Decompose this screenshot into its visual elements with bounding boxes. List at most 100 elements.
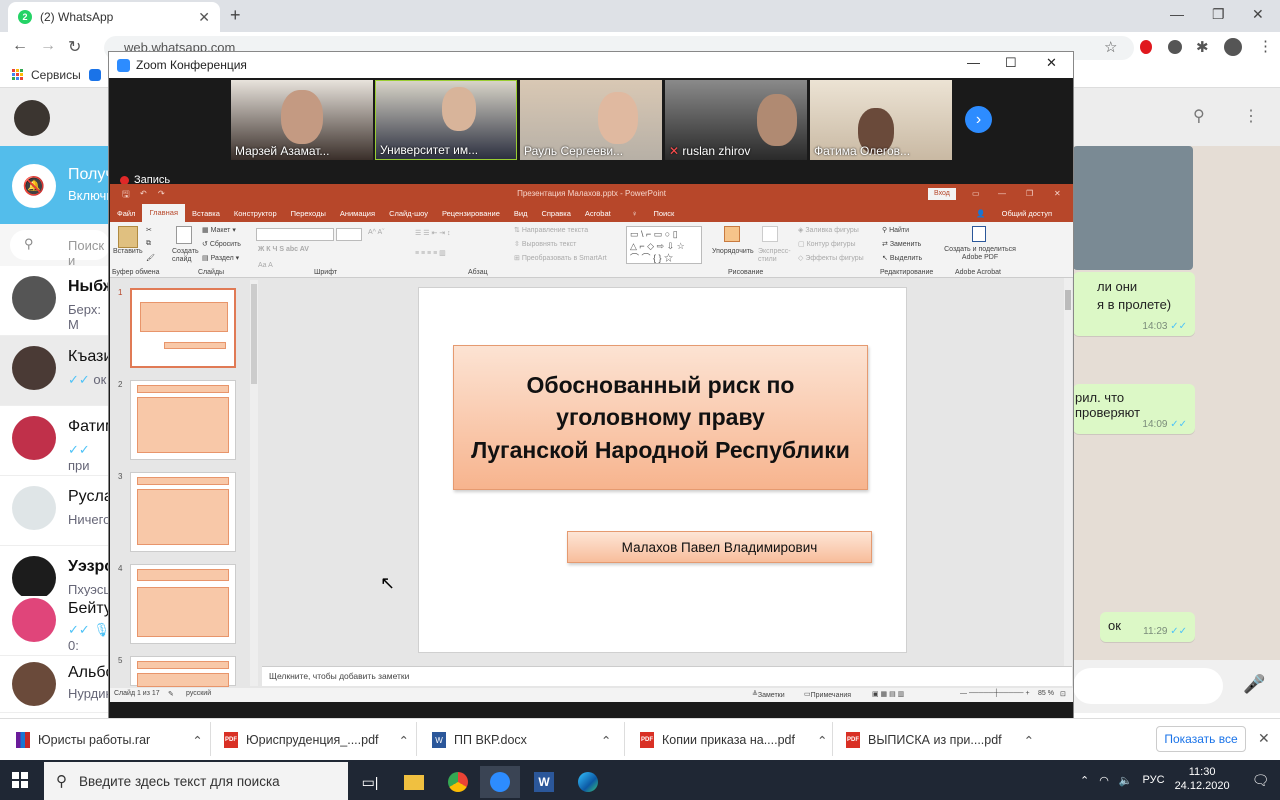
select-button[interactable]: ↖ Выделить	[882, 254, 922, 262]
participant-video-active[interactable]: Университет им...	[375, 80, 517, 160]
quick-styles-button[interactable]: Экспресс-стили	[758, 248, 791, 265]
smartart-button[interactable]: ⊞ Преобразовать в SmartArt	[514, 254, 607, 262]
minimize-icon[interactable]: —	[1170, 6, 1184, 22]
chevron-up-icon[interactable]: ⌃	[1024, 733, 1034, 748]
chat-item[interactable]: Альбо Нурдин	[0, 656, 114, 713]
signin-button[interactable]: Вход	[928, 188, 956, 200]
new-tab-icon[interactable]: +	[230, 5, 241, 26]
forward-icon[interactable]: →	[40, 37, 56, 55]
slide-thumbnail-5[interactable]	[130, 656, 236, 687]
chevron-up-icon[interactable]: ⌃	[1080, 774, 1089, 787]
tab-insert[interactable]: Вставка	[185, 209, 227, 218]
thumbs-scrollbar[interactable]	[250, 280, 258, 686]
font-name-select[interactable]	[256, 228, 334, 241]
paste-icon[interactable]	[118, 226, 138, 248]
reset-button[interactable]: ↺ Сбросить	[202, 240, 241, 248]
extension-icon[interactable]	[1168, 40, 1182, 54]
replace-button[interactable]: ⇄ Заменить	[882, 240, 921, 248]
tab-view[interactable]: Вид	[507, 209, 535, 218]
show-all-downloads-button[interactable]: Показать все	[1156, 726, 1246, 752]
tab-help[interactable]: Справка	[534, 209, 577, 218]
chat-item[interactable]: Руслан Ничего	[0, 476, 122, 546]
windows-start-icon[interactable]	[12, 772, 28, 788]
tab-slideshow[interactable]: Слайд-шоу	[382, 209, 435, 218]
font-grow-icon[interactable]: A^ Aˇ	[368, 229, 385, 236]
image-message[interactable]	[1073, 146, 1193, 270]
font-color-icon[interactable]: Aa A	[258, 262, 273, 269]
arrange-button[interactable]: Упорядочить	[712, 248, 754, 255]
bookmark-services[interactable]: Сервисы	[31, 68, 81, 82]
font-style-buttons[interactable]: Ж К Ч S abc AV	[258, 246, 309, 253]
notes-toggle[interactable]: ≜ Заметки	[752, 690, 785, 699]
chrome-icon[interactable]	[438, 766, 478, 798]
shapes-gallery[interactable]: ▭ \ ⌐ ▭ ○ ▯ △ ⌐ ◇ ⇨ ⇩ ☆ ⌒ ⌒ { } ☆	[626, 226, 702, 264]
download-item[interactable]: PDF ВЫПИСКА из при....pdf ⌃	[846, 726, 1034, 754]
reload-icon[interactable]: ↻	[68, 37, 81, 57]
adobe-pdf-icon[interactable]	[972, 226, 986, 242]
chevron-up-icon[interactable]: ⌃	[601, 733, 611, 748]
cut-icon[interactable]: ✂	[146, 226, 152, 234]
redo-icon[interactable]: ↷	[158, 184, 165, 204]
slide-subtitle-box[interactable]: Малахов Павел Владимирович	[567, 531, 872, 563]
input-language[interactable]: РУС	[1143, 774, 1165, 786]
chevron-up-icon[interactable]: ⌃	[192, 733, 202, 748]
menu-dots-icon[interactable]: ⋮	[1243, 106, 1259, 126]
shape-outline-button[interactable]: ▢ Контур фигуры	[798, 240, 856, 248]
close-icon[interactable]: ✕	[1046, 55, 1057, 71]
participant-video[interactable]: Марзей Азамат...	[231, 80, 373, 160]
spellcheck-icon[interactable]: ✎	[168, 690, 174, 698]
slide-thumbnail-1[interactable]	[130, 288, 236, 368]
find-button[interactable]: ⚲ Найти	[882, 226, 909, 234]
wifi-icon[interactable]: ◠	[1099, 774, 1109, 787]
normal-view-icon[interactable]: ▣ ▦ ▤ ▥	[872, 690, 904, 698]
slide-thumbnail-4[interactable]	[130, 564, 236, 644]
download-item[interactable]: W ПП ВКР.docx ⌃	[432, 726, 611, 754]
restore-icon[interactable]: ❐	[1212, 6, 1225, 23]
paste-button[interactable]: Вставить	[113, 248, 143, 255]
chevron-up-icon[interactable]: ⌃	[399, 733, 409, 748]
taskbar-search-input[interactable]: ⚲ Введите здесь текст для поиска	[44, 762, 348, 800]
new-slide-button[interactable]: Создать слайд	[172, 248, 202, 265]
maximize-icon[interactable]: ☐	[1005, 55, 1017, 71]
tab-file[interactable]: Файл	[110, 209, 142, 218]
my-avatar[interactable]	[14, 100, 50, 136]
clock[interactable]: 11:30 24.12.2020	[1175, 766, 1230, 794]
bookmark-icon[interactable]	[88, 68, 101, 81]
font-size-select[interactable]	[336, 228, 362, 241]
layout-button[interactable]: ▦ Макет ▾	[202, 226, 236, 234]
participant-video[interactable]: ✕ ruslan zhirov	[665, 80, 807, 160]
participant-video[interactable]: Рауль Сергееви...	[520, 80, 662, 160]
profile-avatar[interactable]	[1224, 38, 1242, 56]
shape-effects-button[interactable]: ◇ Эффекты фигуры	[798, 254, 864, 262]
undo-icon[interactable]: ↶	[140, 184, 147, 204]
fit-slide-icon[interactable]: ⊡	[1060, 690, 1066, 698]
close-window-icon[interactable]: ✕	[1252, 6, 1264, 23]
notifications-icon[interactable]: 🗨	[1252, 772, 1270, 789]
chat-item[interactable]: Къази ✓✓ ок	[0, 336, 112, 406]
scroll-thumb[interactable]	[251, 284, 257, 384]
notes-input[interactable]: Щелкните, чтобы добавить заметки	[262, 666, 1072, 686]
message-input[interactable]	[1073, 668, 1223, 704]
task-view-icon[interactable]: ▭|	[350, 766, 390, 798]
search-icon[interactable]: ⚲	[1193, 106, 1205, 126]
close-icon[interactable]: ✕	[1054, 184, 1061, 204]
ribbon-options-icon[interactable]: ▭	[972, 184, 980, 204]
menu-dots-icon[interactable]: ⋮	[1258, 37, 1273, 55]
tab-review[interactable]: Рецензирование	[435, 209, 507, 218]
quick-styles-icon[interactable]	[762, 226, 778, 242]
chevron-up-icon[interactable]: ⌃	[817, 733, 827, 748]
download-item[interactable]: PDF Копии приказа на....pdf ⌃	[640, 726, 827, 754]
word-app-icon[interactable]: W	[524, 766, 564, 798]
download-item[interactable]: PDF Юриспруденция_....pdf ⌃	[224, 726, 409, 754]
minimize-icon[interactable]: —	[998, 184, 1006, 204]
shape-fill-button[interactable]: ◈ Заливка фигуры	[798, 226, 859, 234]
minimize-icon[interactable]: —	[967, 55, 980, 70]
bookmark-star-icon[interactable]: ☆	[1104, 38, 1117, 56]
create-pdf-button[interactable]: Создать и поделиться Adobe PDF	[942, 246, 1018, 263]
copy-icon[interactable]: ⧉	[146, 240, 151, 248]
edge-icon[interactable]	[568, 766, 608, 798]
slide-thumbnail-3[interactable]	[130, 472, 236, 552]
puzzle-icon[interactable]: ✱	[1196, 38, 1209, 56]
notification-banner[interactable]: 🔕 Получ Включи	[0, 146, 114, 224]
download-item[interactable]: Юристы работы.rar ⌃	[16, 726, 203, 754]
